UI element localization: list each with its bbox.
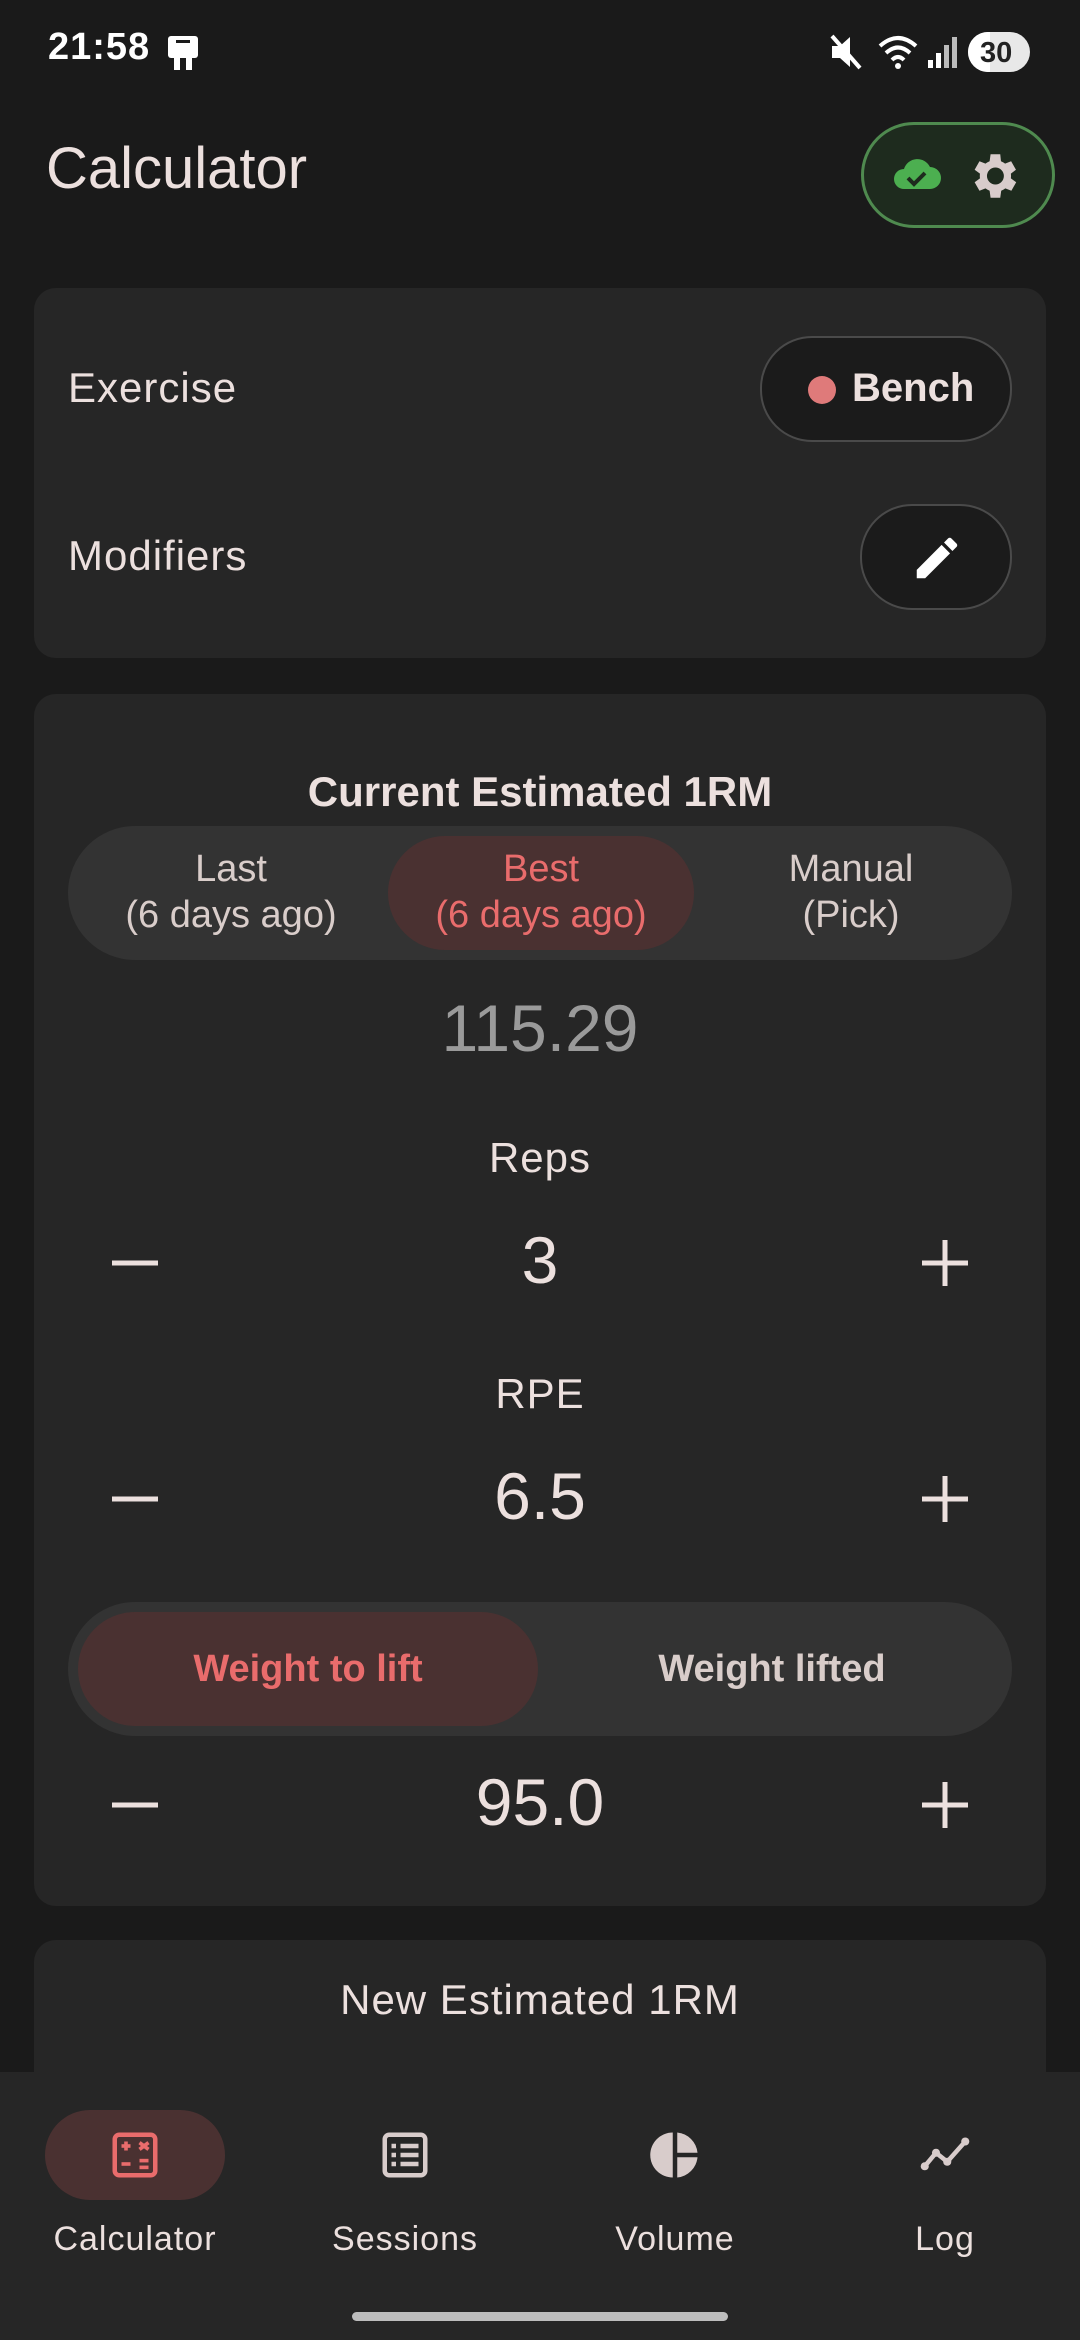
reps-value[interactable]: 3: [34, 1222, 1046, 1298]
reps-increment-button[interactable]: [900, 1218, 990, 1308]
status-time: 21:58: [48, 26, 151, 68]
toggle-weight-to-lift[interactable]: Weight to lift: [78, 1612, 538, 1726]
weight-value[interactable]: 95.0: [34, 1764, 1046, 1840]
weight-increment-button[interactable]: [900, 1760, 990, 1850]
nav-calculator[interactable]: Calculator: [0, 2110, 270, 2290]
current-1rm-title: Current Estimated 1RM: [307, 768, 773, 815]
reps-label: Reps: [488, 1134, 592, 1181]
new-1rm-title: New Estimated 1RM: [340, 1976, 740, 2023]
pencil-icon: [916, 537, 958, 579]
source-segmented-control: Last (6 days ago) Best (6 days ago) Manu…: [68, 826, 1012, 960]
estimated-1rm-value: 115.29: [441, 991, 639, 1065]
page-title: Calculator: [46, 136, 308, 201]
segment-last[interactable]: Last (6 days ago): [78, 836, 384, 950]
wifi-icon: [878, 36, 918, 69]
nav-volume[interactable]: Volume: [540, 2110, 810, 2290]
estimate-card: Current Estimated 1RM Last (6 days ago) …: [34, 694, 1046, 1906]
mute-icon: [830, 34, 862, 70]
rpe-label: RPE: [495, 1370, 585, 1417]
segment-manual[interactable]: Manual (Pick): [698, 836, 1004, 950]
exercise-value: Bench: [852, 366, 975, 410]
nav-label-log: Log: [915, 2220, 975, 2258]
list-icon: [382, 2132, 428, 2178]
screen-mirror-icon: [168, 36, 198, 70]
rpe-increment-button[interactable]: [900, 1454, 990, 1544]
battery-indicator: 30: [968, 32, 1030, 72]
edit-modifiers-button[interactable]: [860, 504, 1012, 610]
nav-log[interactable]: Log: [810, 2110, 1080, 2290]
rpe-value[interactable]: 6.5: [34, 1458, 1046, 1534]
nav-sessions[interactable]: Sessions: [270, 2110, 540, 2290]
segment-best[interactable]: Best (6 days ago): [388, 836, 694, 950]
modifiers-label: Modifiers: [68, 532, 248, 579]
gear-icon[interactable]: [964, 147, 1022, 205]
exercise-label: Exercise: [68, 364, 238, 411]
nav-label-calculator: Calculator: [53, 2220, 217, 2258]
toggle-weight-lifted[interactable]: Weight lifted: [542, 1612, 1002, 1726]
nav-label-sessions: Sessions: [332, 2220, 478, 2258]
weight-mode-toggle: Weight to lift Weight lifted: [68, 1602, 1012, 1736]
exercise-select-button[interactable]: Bench: [760, 336, 1012, 442]
pie-chart-icon: [650, 2132, 698, 2178]
exercise-card: Exercise Bench Modifiers: [34, 288, 1046, 658]
cloud-done-icon[interactable]: [892, 153, 942, 197]
signal-icon: [928, 37, 957, 68]
exercise-color-dot: [808, 376, 836, 404]
calculator-icon: [112, 2132, 158, 2178]
bottom-navigation: Calculator Sessions Volume Log: [0, 2072, 1080, 2340]
line-chart-icon: [920, 2137, 970, 2171]
battery-level: 30: [980, 37, 1013, 69]
home-indicator[interactable]: [352, 2312, 728, 2321]
sync-settings-group: [861, 122, 1055, 228]
status-bar: 21:58 30: [0, 0, 1080, 105]
nav-label-volume: Volume: [615, 2220, 735, 2258]
